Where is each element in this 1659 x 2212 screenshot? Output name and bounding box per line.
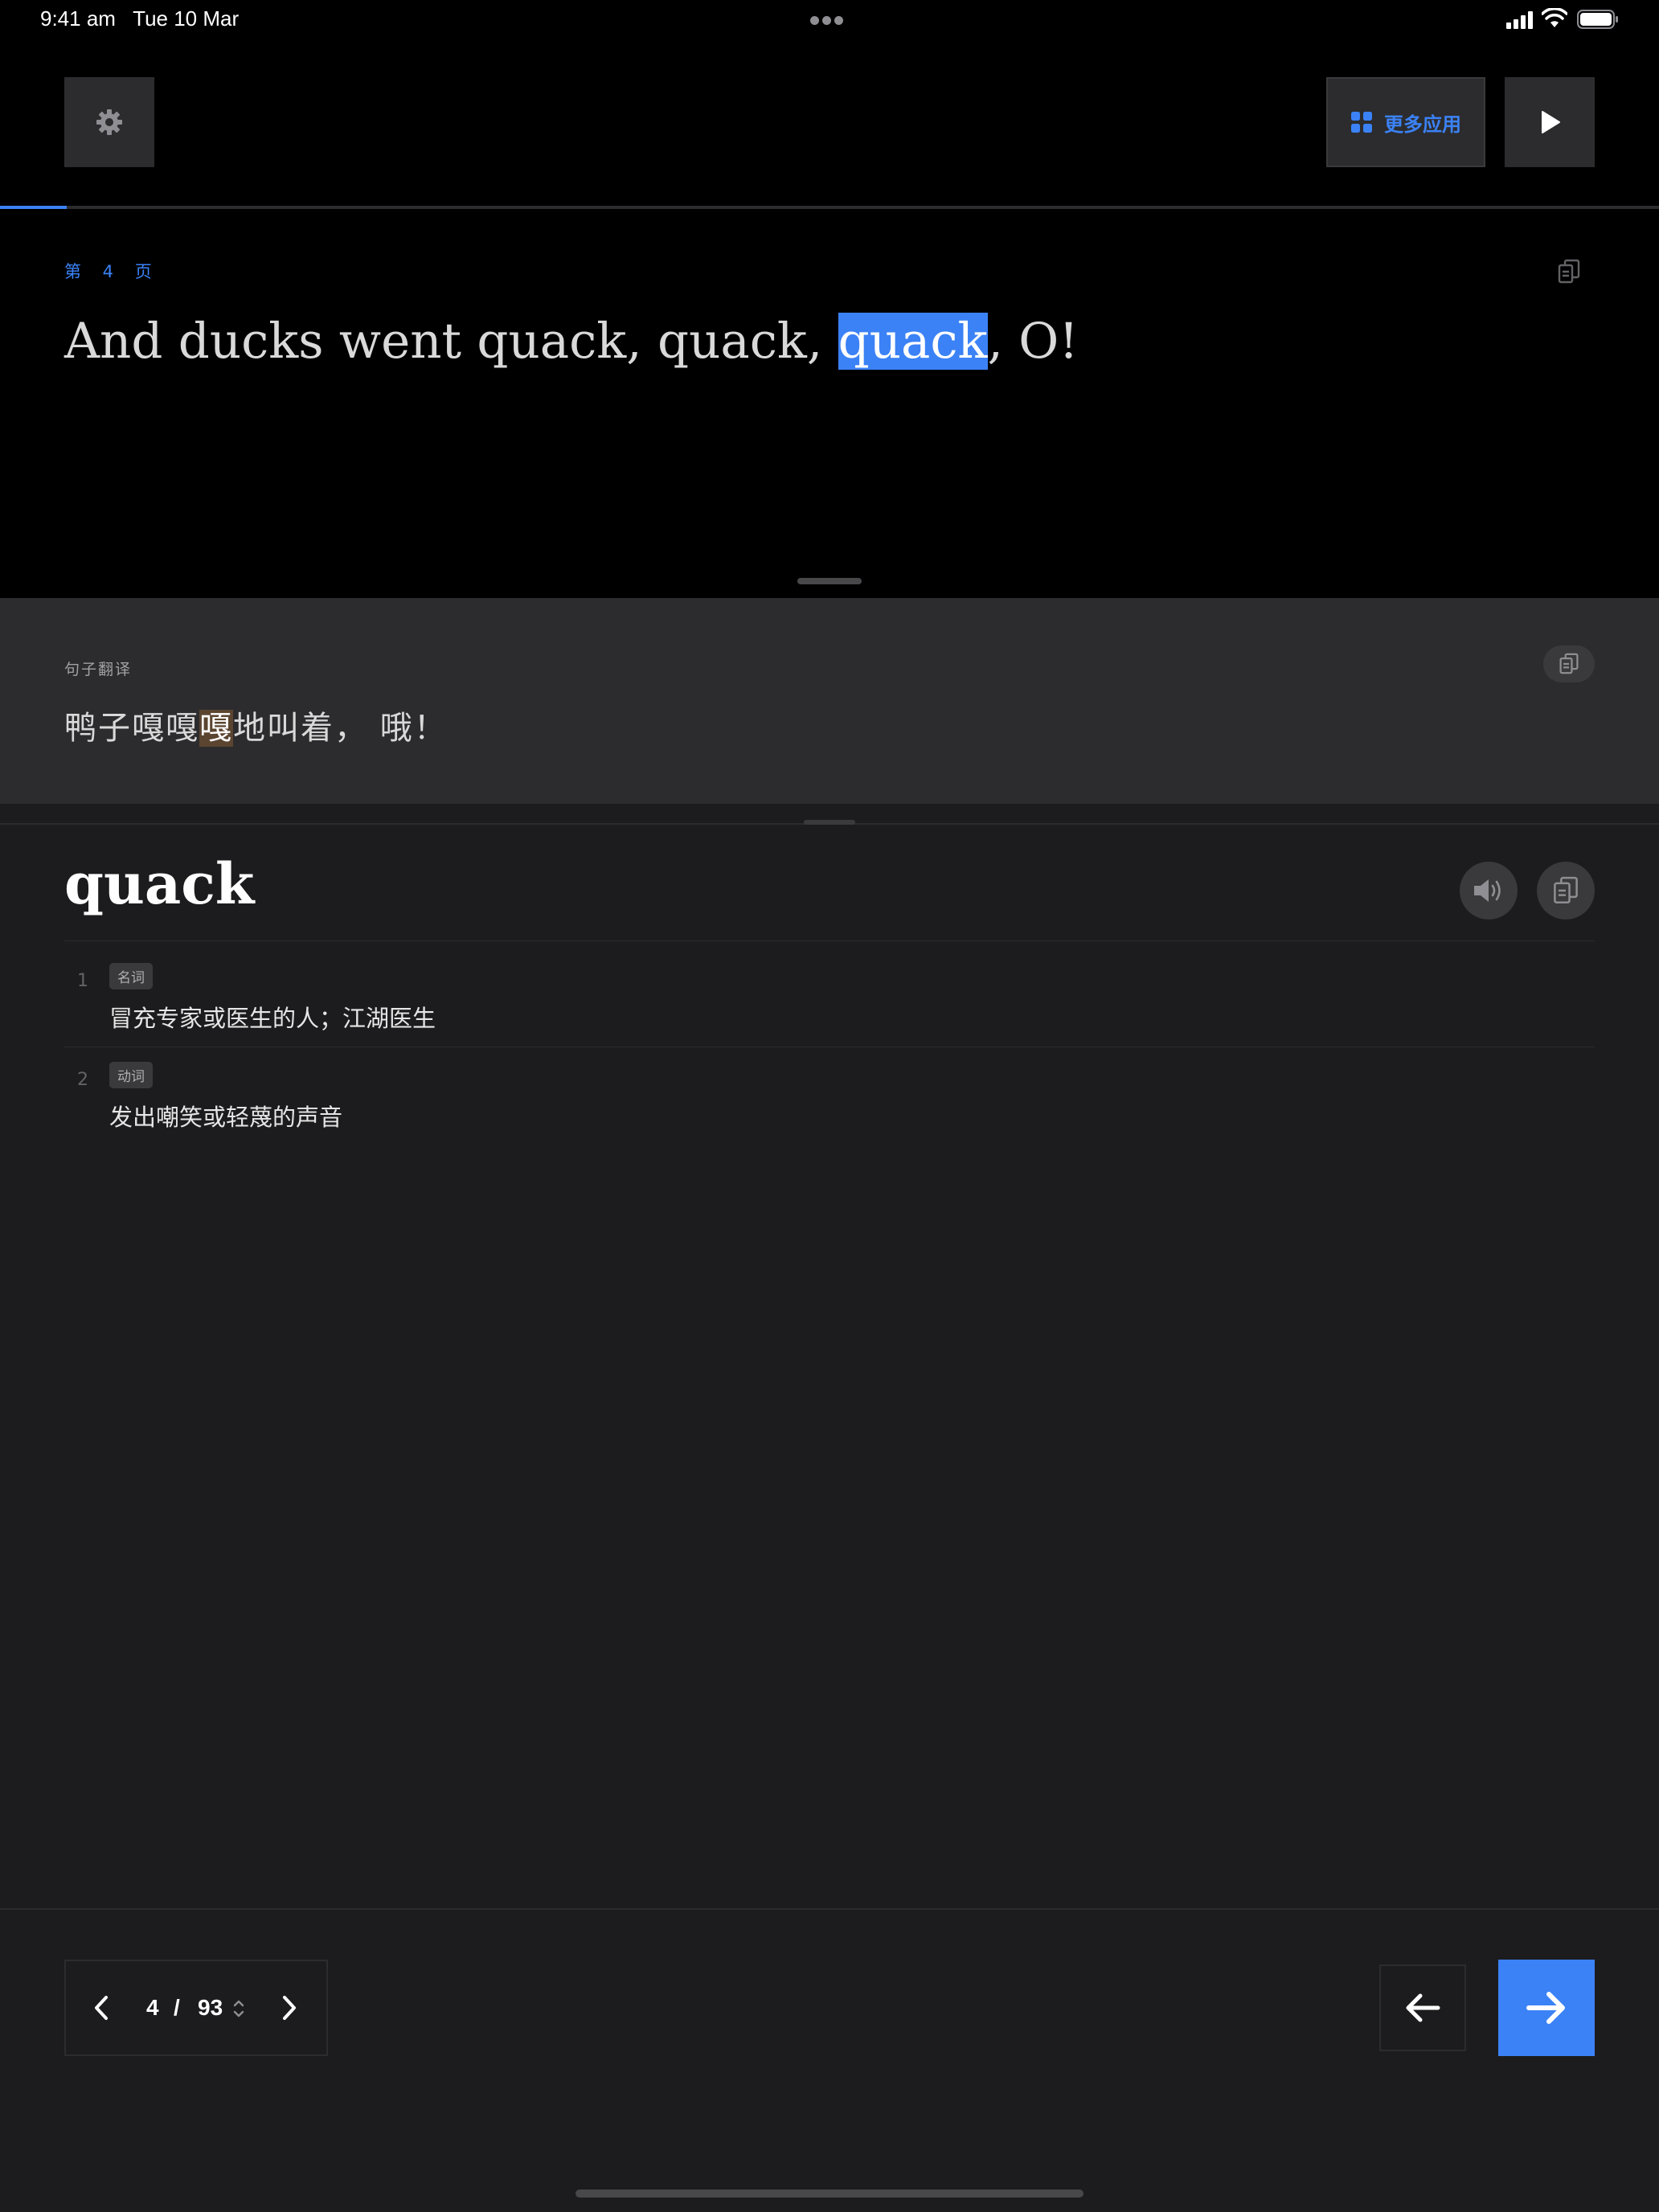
copy-icon (1554, 876, 1578, 903)
copy-translation-button[interactable] (1543, 645, 1595, 682)
status-indicators (1506, 8, 1619, 31)
translation-text-start: 鸭子嘎嘎 (64, 710, 199, 747)
chevron-right-icon (283, 1996, 296, 2020)
translation-highlight: 嘎 (199, 710, 233, 747)
speaker-icon (1474, 879, 1501, 902)
play-icon (1542, 111, 1560, 133)
next-sentence-button[interactable] (1498, 1960, 1595, 2056)
copy-icon (1558, 259, 1580, 284)
copy-word-button[interactable] (1537, 862, 1595, 920)
grid-icon (1351, 112, 1372, 133)
definition-item: 2 动词 发出嘲笑或轻蔑的声音 (64, 1046, 1595, 1144)
status-time-date: 9:41 am Tue 10 Mar (40, 6, 240, 31)
translation-panel: 句子翻译 鸭子嘎嘎嘎地叫着， 哦！ (0, 598, 1659, 804)
definition-text: 冒充专家或医生的人；江湖医生 (109, 1005, 436, 1032)
battery-icon (1577, 10, 1618, 29)
play-button[interactable] (1505, 77, 1595, 167)
definition-text: 发出嘲笑或轻蔑的声音 (109, 1104, 343, 1131)
gear-icon (96, 109, 122, 135)
wifi-icon (1542, 8, 1567, 27)
copy-icon (1559, 653, 1579, 674)
translation-text-end: 地叫着， 哦！ (233, 710, 448, 747)
sentence-text-end[interactable]: , O! (988, 313, 1079, 370)
translation-label: 句子翻译 (64, 661, 133, 678)
page-stepper-icon[interactable] (231, 1997, 246, 2021)
previous-sentence-button[interactable] (1379, 1964, 1466, 2051)
more-apps-label: 更多应用 (1384, 113, 1461, 136)
arrow-left-icon (1406, 1993, 1440, 2022)
copy-sentence-button[interactable] (1553, 256, 1585, 288)
reader-pane: 9:41 am Tue 10 Mar 更多应用 第 4 页 And ducks … (0, 0, 1659, 598)
pane-resize-handle[interactable] (797, 578, 862, 584)
next-page-button[interactable] (272, 1990, 307, 2026)
definition-item: 1 名词 冒充专家或医生的人；江湖医生 (64, 947, 1595, 1045)
selected-word[interactable]: quack (838, 313, 988, 370)
source-sentence: And ducks went quack, quack, quack, O! (64, 305, 1079, 378)
total-pages[interactable]: 93 (198, 1995, 223, 2021)
reading-progress-bar (0, 206, 1659, 209)
sentence-text[interactable]: And ducks went quack, quack, (64, 313, 838, 370)
page-label: 第 4 页 (64, 262, 160, 281)
page-navigator: 4 / 93 (64, 1960, 328, 2056)
definition-number: 1 (77, 971, 88, 991)
reading-progress-fill (0, 206, 67, 209)
panel-resize-handle[interactable] (804, 820, 855, 825)
multitasking-dots-icon[interactable] (810, 13, 849, 25)
current-page: 4 (146, 1995, 159, 2020)
headword-divider (64, 940, 1595, 941)
pronounce-button[interactable] (1460, 862, 1518, 920)
home-indicator[interactable] (576, 2189, 1083, 2198)
definition-number: 2 (77, 1070, 88, 1090)
part-of-speech-badge: 动词 (109, 1062, 153, 1088)
word-headword: quack (64, 850, 255, 917)
bottom-bar-divider (0, 1908, 1659, 1910)
chevron-left-icon (95, 1996, 108, 2020)
settings-button[interactable] (64, 77, 154, 167)
more-apps-button[interactable]: 更多应用 (1326, 77, 1485, 167)
previous-page-button[interactable] (84, 1990, 119, 2026)
page-separator: / (174, 1995, 180, 2020)
part-of-speech-badge: 名词 (109, 963, 153, 989)
cellular-signal-icon (1506, 11, 1534, 29)
status-bar: 9:41 am Tue 10 Mar (0, 0, 1659, 39)
translation-text: 鸭子嘎嘎嘎地叫着， 哦！ (64, 703, 448, 754)
arrow-right-icon (1526, 1992, 1565, 2024)
